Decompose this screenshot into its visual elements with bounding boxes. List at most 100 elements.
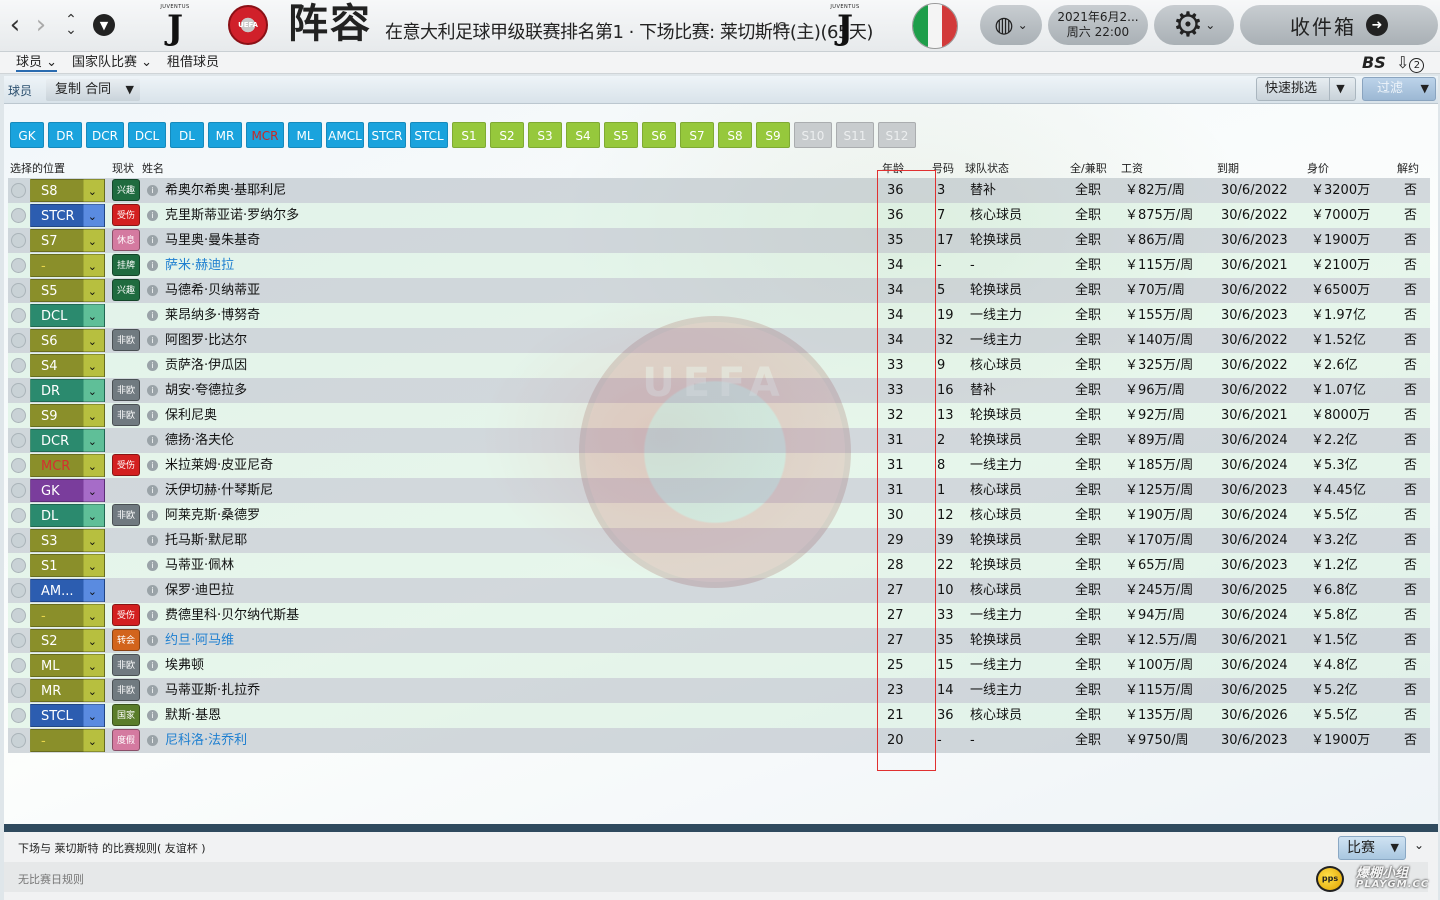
table-row[interactable]: S1 ⌄ i 马蒂亚·佩林 28 22 轮换球员 全职 ￥65万/周 30/6/2023 ￥1.2亿… xyxy=(8,553,1430,578)
table-row[interactable]: S5 ⌄ 兴趣 i 马德希·贝纳蒂亚 34 5 轮换球员 全职 ￥70万/周 30/6/2022 ￥6… xyxy=(8,278,1430,303)
player-name[interactable]: 埃弗顿 xyxy=(165,653,204,678)
table-row[interactable]: - ⌄ 受伤 i 费德里科·贝尔纳代斯基 27 33 一线主力 全职 ￥94万/周 30/6/202… xyxy=(8,603,1430,628)
status-badge[interactable]: 受伤 xyxy=(112,454,140,476)
table-row[interactable]: - ⌄ 度假 i 尼科洛·法乔利 20- - 全职 ￥9750/周 30/6/2023 ￥1900万… xyxy=(8,728,1430,753)
position-select[interactable]: S1 ⌄ xyxy=(30,554,105,577)
status-badge[interactable]: 受伤 xyxy=(112,604,140,626)
info-icon[interactable]: i xyxy=(147,635,158,646)
info-icon[interactable]: i xyxy=(147,285,158,296)
info-icon[interactable]: i xyxy=(147,660,158,671)
inbox-button[interactable]: 收件箱 ➜ xyxy=(1240,5,1438,45)
player-name[interactable]: 沃伊切赫·什琴斯尼 xyxy=(165,478,273,503)
status-badge[interactable]: 国家 xyxy=(112,704,140,726)
table-row[interactable]: STCR ⌄ 受伤 i 克里斯蒂亚诺·罗纳尔多 36 7 核心球员 全职 ￥875万/周 30/6/… xyxy=(8,203,1430,228)
row-select-checkbox[interactable] xyxy=(11,308,26,323)
info-icon[interactable]: i xyxy=(147,260,158,271)
row-select-checkbox[interactable] xyxy=(11,508,26,523)
position-select[interactable]: - ⌄ xyxy=(30,604,105,627)
position-button-s2[interactable]: S2 xyxy=(490,122,524,148)
filter-button[interactable]: 过滤 ▼ xyxy=(1362,77,1436,101)
position-button-gk[interactable]: GK xyxy=(10,122,44,148)
view-select[interactable]: 复制 合同 ▼ xyxy=(46,79,140,101)
col-select-position[interactable]: 选择的位置 xyxy=(10,160,65,176)
position-button-stcr[interactable]: STCR xyxy=(368,122,406,148)
player-name[interactable]: 保利尼奥 xyxy=(165,403,217,428)
col-ft-pt[interactable]: 全/兼职 xyxy=(1070,160,1107,176)
position-button-ml[interactable]: ML xyxy=(288,122,322,148)
info-icon[interactable]: i xyxy=(147,335,158,346)
row-select-checkbox[interactable] xyxy=(11,708,26,723)
info-icon[interactable]: i xyxy=(147,485,158,496)
position-button-dcl[interactable]: DCL xyxy=(128,122,166,148)
col-value[interactable]: 身价 xyxy=(1307,160,1329,176)
row-select-checkbox[interactable] xyxy=(11,208,26,223)
status-badge[interactable]: 非欧 xyxy=(112,404,140,426)
player-name[interactable]: 保罗·迪巴拉 xyxy=(165,578,234,603)
row-select-checkbox[interactable] xyxy=(11,733,26,748)
player-name[interactable]: 阿莱克斯·桑德罗 xyxy=(165,503,260,528)
collapse-icon[interactable]: ⌄ xyxy=(1414,838,1424,852)
info-icon[interactable]: i xyxy=(147,710,158,721)
status-badge[interactable]: 兴趣 xyxy=(112,179,140,201)
info-icon[interactable]: i xyxy=(147,210,158,221)
match-button[interactable]: 比赛 ▼ xyxy=(1338,836,1406,860)
info-icon[interactable]: i xyxy=(147,185,158,196)
row-select-checkbox[interactable] xyxy=(11,233,26,248)
player-name[interactable]: 德扬·洛夫伦 xyxy=(165,428,234,453)
row-select-checkbox[interactable] xyxy=(11,533,26,548)
position-button-s4[interactable]: S4 xyxy=(566,122,600,148)
table-row[interactable]: MCR ⌄ 受伤 i 米拉莱姆·皮亚尼奇 31 8 一线主力 全职 ￥185万/周 30/6/202… xyxy=(8,453,1430,478)
position-select[interactable]: GK ⌄ xyxy=(30,479,105,502)
tab-loaned-players[interactable]: 租借球员 xyxy=(167,54,219,72)
info-icon[interactable]: i xyxy=(147,560,158,571)
status-badge[interactable]: 度假 xyxy=(112,729,140,751)
settings-button[interactable]: ⚙ ⌄ xyxy=(1154,5,1234,45)
status-badge[interactable]: 受伤 xyxy=(112,204,140,226)
col-name[interactable]: 姓名 xyxy=(142,160,164,176)
player-name[interactable]: 胡安·夸德拉多 xyxy=(165,378,247,403)
position-select[interactable]: S2 ⌄ xyxy=(30,629,105,652)
player-name[interactable]: 希奥尔希奥·基耶利尼 xyxy=(165,178,286,203)
position-select[interactable]: DR ⌄ xyxy=(30,379,105,402)
player-name[interactable]: 马蒂亚斯·扎拉乔 xyxy=(165,678,260,703)
position-button-s9[interactable]: S9 xyxy=(756,122,790,148)
world-menu-button[interactable]: ◍ ⌄ xyxy=(980,5,1042,45)
position-select[interactable]: STCL ⌄ xyxy=(30,704,105,727)
row-select-checkbox[interactable] xyxy=(11,633,26,648)
position-select[interactable]: S8 ⌄ xyxy=(30,179,105,202)
row-select-checkbox[interactable] xyxy=(11,683,26,698)
row-select-checkbox[interactable] xyxy=(11,283,26,298)
info-icon[interactable]: i xyxy=(147,360,158,371)
player-name[interactable]: 马蒂亚·佩林 xyxy=(165,553,234,578)
bs-logo[interactable]: BS xyxy=(1362,53,1386,72)
col-release[interactable]: 解约 xyxy=(1397,160,1419,176)
position-select[interactable]: ML ⌄ xyxy=(30,654,105,677)
info-icon[interactable]: i xyxy=(147,510,158,521)
row-select-checkbox[interactable] xyxy=(11,183,26,198)
player-name[interactable]: 托马斯·默尼耶 xyxy=(165,528,247,553)
player-name[interactable]: 米拉莱姆·皮亚尼奇 xyxy=(165,453,273,478)
table-row[interactable]: - ⌄ 挂牌 i 萨米·赫迪拉 34- - 全职 ￥115万/周 30/6/2021 ￥2100万否 xyxy=(8,253,1430,278)
table-row[interactable]: GK ⌄ i 沃伊切赫·什琴斯尼 31 1 核心球员 全职 ￥125万/周 30/6/2023 ￥4… xyxy=(8,478,1430,503)
notifications-icon[interactable]: ⇩ 2 xyxy=(1396,53,1425,73)
date-button[interactable]: 2021年6月2... 周六 22:00 xyxy=(1048,5,1148,45)
table-row[interactable]: S9 ⌄ 非欧 i 保利尼奥 32 13 轮换球员 全职 ￥92万/周 30/6/2021 ￥8000… xyxy=(8,403,1430,428)
history-dropdown-icon[interactable]: ▼ xyxy=(92,9,116,41)
back-arrow-icon[interactable]: ‹ xyxy=(4,9,26,41)
player-name[interactable]: 克里斯蒂亚诺·罗纳尔多 xyxy=(165,203,299,228)
info-icon[interactable]: i xyxy=(147,385,158,396)
table-row[interactable]: S6 ⌄ 非欧 i 阿图罗·比达尔 34 32 一线主力 全职 ￥140万/周 30/6/2022 ￥… xyxy=(8,328,1430,353)
info-icon[interactable]: i xyxy=(147,310,158,321)
position-button-stcl[interactable]: STCL xyxy=(410,122,448,148)
position-button-dcr[interactable]: DCR xyxy=(86,122,124,148)
table-row[interactable]: DCL ⌄ i 莱昂纳多·博努奇 34 19 一线主力 全职 ￥155万/周 30/6/2023 ￥… xyxy=(8,303,1430,328)
position-select[interactable]: S9 ⌄ xyxy=(30,404,105,427)
info-icon[interactable]: i xyxy=(147,435,158,446)
row-select-checkbox[interactable] xyxy=(11,483,26,498)
table-row[interactable]: S3 ⌄ i 托马斯·默尼耶 29 39 轮换球员 全职 ￥170万/周 30/6/2024 ￥3.… xyxy=(8,528,1430,553)
position-select[interactable]: S7 ⌄ xyxy=(30,229,105,252)
row-select-checkbox[interactable] xyxy=(11,583,26,598)
status-badge[interactable]: 非欧 xyxy=(112,654,140,676)
position-select[interactable]: STCR ⌄ xyxy=(30,204,105,227)
position-button-s11[interactable]: S11 xyxy=(836,122,874,148)
